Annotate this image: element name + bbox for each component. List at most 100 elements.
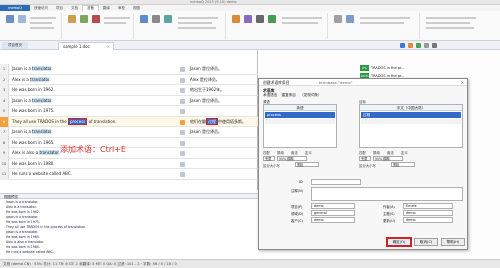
source-term-list[interactable]: 英语 process	[263, 104, 337, 148]
tab-document[interactable]: sample 1.doc ×	[58, 42, 114, 50]
help-button[interactable]: 帮助(H)	[441, 238, 465, 246]
table-row[interactable]: 5 He was born in 1975.	[0, 106, 258, 117]
export-icon[interactable]	[18, 15, 26, 23]
qa-icon[interactable]	[92, 15, 100, 23]
ribbon-row[interactable]	[282, 22, 318, 24]
table-row-active[interactable]: 6 They all use TRADOS in the process of …	[0, 116, 258, 128]
ribbon-row[interactable]	[104, 17, 130, 19]
ribbon-row[interactable]	[30, 22, 52, 24]
target-term[interactable]: 过程	[361, 112, 461, 118]
alert-icon[interactable]	[408, 43, 413, 48]
source-match-select[interactable]: 50% 模糊	[277, 156, 307, 161]
table-row[interactable]: 1 Jason is a translator. Jason 是位译员。	[0, 64, 258, 75]
source-cell[interactable]: He was born in 1962.	[12, 85, 55, 96]
table-row[interactable]: 2 Alex is a translator. Alex 是位译员。	[0, 74, 258, 86]
list-item[interactable]	[361, 119, 461, 124]
target-dbl-field[interactable]: 完整	[359, 156, 371, 161]
pin-icon[interactable]	[400, 43, 405, 48]
table-row[interactable]: 4 Jason is a translator. Jason 是位译员。	[0, 95, 258, 107]
source-cell[interactable]: Jason is a translator.	[12, 96, 53, 107]
target-cell[interactable]: Jason 是位译员。	[190, 64, 222, 75]
close-icon[interactable]: ×	[107, 43, 110, 50]
ribbon-tab-translate[interactable]: 翻译	[99, 6, 114, 11]
ok-button[interactable]: 确定(O)	[386, 237, 412, 247]
id-field[interactable]	[311, 179, 361, 185]
target-cell[interactable]: Alex 是位译员。	[190, 75, 220, 86]
source-cell[interactable]: They all use TRADOS in the process of tr…	[12, 117, 117, 128]
ribbon-row[interactable]	[360, 22, 404, 24]
ribbon-row[interactable]	[360, 17, 410, 19]
confirm-icon[interactable]	[268, 15, 276, 23]
concordance-icon[interactable]	[232, 15, 240, 23]
subject-field[interactable]: demo	[403, 210, 453, 216]
options-icon[interactable]	[334, 15, 342, 23]
table-row[interactable]: 8 He was born in 1965.	[0, 137, 258, 149]
statistics-icon[interactable]	[68, 15, 76, 23]
ribbon-row[interactable]	[426, 27, 474, 29]
ribbon-row[interactable]	[178, 22, 212, 24]
target-cell[interactable]: Jason 是位译员。	[190, 127, 222, 138]
note-field[interactable]	[311, 187, 463, 201]
list-item[interactable]	[265, 119, 335, 124]
ribbon-row[interactable]	[30, 17, 56, 19]
source-cell[interactable]: Jason is a translator.	[12, 127, 53, 138]
close-icon[interactable]: ×	[461, 79, 464, 86]
ribbon-row[interactable]	[104, 22, 126, 24]
resource-icon[interactable]	[346, 15, 354, 23]
table-row[interactable]: 9 Alex is also a translator.	[0, 148, 258, 159]
client-field[interactable]: demo	[311, 217, 355, 223]
ribbon-row[interactable]	[178, 27, 216, 29]
tab-project-home[interactable]: 项目首页	[2, 42, 28, 49]
ribbon-tab-document[interactable]: 文档	[67, 6, 82, 11]
source-cell[interactable]: He was born in 1975.	[12, 106, 55, 117]
pretranslate-icon[interactable]	[80, 15, 88, 23]
source-term[interactable]: process	[265, 112, 335, 118]
ribbon-row[interactable]	[426, 17, 476, 19]
source-dbl-field[interactable]: 完整	[263, 156, 275, 161]
source-cell[interactable]: He runs a website called ABC.	[12, 169, 72, 180]
target-cell[interactable]: 他出生于1962年。	[190, 85, 224, 96]
filter-icon[interactable]	[244, 15, 252, 23]
termbase-icon[interactable]	[152, 15, 160, 23]
ribbon-row[interactable]	[426, 22, 470, 24]
cancel-button[interactable]: 取消(C)	[414, 238, 438, 246]
target-match-select[interactable]: 50% 模糊	[373, 156, 403, 161]
source-cell[interactable]: Alex is a translator.	[12, 75, 51, 86]
selected-target-term[interactable]: 过程	[206, 117, 218, 125]
target-cell[interactable]: 他们在翻 过程 中使用塔多斯。	[190, 117, 246, 128]
source-cell[interactable]: He was born in 1965.	[12, 138, 55, 149]
source-cell[interactable]: He was born in 1980.	[12, 159, 55, 170]
tab-duplicates[interactable]: 重复条目	[282, 93, 296, 97]
ribbon-row[interactable]	[178, 17, 218, 19]
tab-term-language[interactable]: 术语语言	[263, 93, 277, 97]
project-field[interactable]: demo	[311, 203, 355, 209]
author-field[interactable]: Emele	[403, 203, 453, 209]
updated-field[interactable]: demo	[403, 217, 453, 223]
source-case-select[interactable]: 宽松	[295, 162, 319, 167]
menu-icon[interactable]	[432, 43, 437, 48]
check-icon[interactable]	[416, 43, 421, 48]
table-row[interactable]: 10 He was born in 1980.	[0, 158, 258, 170]
table-row[interactable]: 11 He runs a website called ABC.	[0, 169, 258, 180]
settings-icon[interactable]	[424, 43, 429, 48]
livedocs-icon[interactable]	[164, 15, 172, 23]
target-case-select[interactable]: 宽松	[391, 162, 415, 167]
tm-icon[interactable]	[140, 15, 148, 23]
source-cell[interactable]: Alex is also a translator.	[12, 148, 60, 159]
ribbon-tab-view[interactable]: 视图	[129, 6, 144, 11]
sort-icon[interactable]	[256, 15, 264, 23]
table-row[interactable]: 3 He was born in 1962. 他出生于1962年。	[0, 85, 258, 96]
tab-found[interactable]: （发现词条）	[300, 93, 322, 97]
import-icon[interactable]	[6, 15, 14, 23]
target-term-list[interactable]: 中文（中国大陆） 过程	[359, 104, 463, 148]
ribbon-row[interactable]	[282, 17, 322, 19]
table-row[interactable]: 7 Jason is a translator. Jason 是位译员。	[0, 127, 258, 138]
selected-source-term[interactable]: process	[67, 117, 88, 125]
domain-field[interactable]: general	[311, 210, 355, 216]
ribbon-row[interactable]	[30, 27, 54, 29]
ribbon-tab-quick[interactable]: 快速访问	[30, 6, 52, 11]
source-cell[interactable]: Jason is a translator.	[12, 64, 53, 75]
ribbon-tab-project[interactable]: 项目	[52, 6, 67, 11]
ribbon-tab-review[interactable]: 审校	[114, 6, 129, 11]
target-cell[interactable]: Jason 是位译员。	[190, 96, 222, 107]
